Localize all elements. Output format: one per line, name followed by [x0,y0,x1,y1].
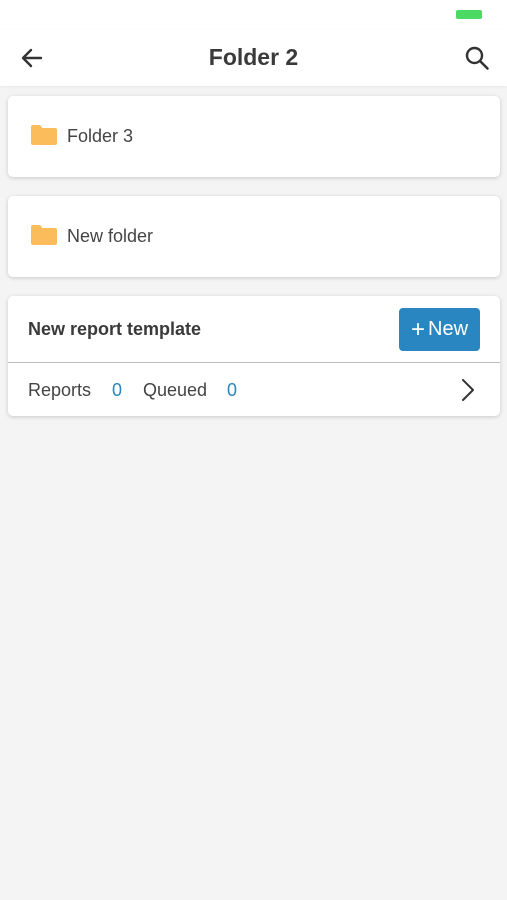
reports-count: 0 [112,380,123,400]
plus-icon: + [410,315,425,343]
folder-icon [31,225,57,245]
queued-count: 0 [227,380,238,400]
search-icon [465,46,489,70]
folder-label: New folder [67,226,154,246]
arrow-left-icon [21,48,43,68]
battery-icon [456,10,482,19]
report-stats-row[interactable]: Reports 0 Queued 0 [8,363,500,416]
folder-icon [31,125,57,145]
queued-label: Queued [143,380,208,400]
search-button[interactable] [459,40,495,76]
status-bar [0,0,507,30]
folder-item-new-folder[interactable]: New folder [8,196,500,277]
app-header: Folder 2 [0,30,507,86]
new-report-button[interactable]: + New [399,308,480,351]
chevron-right-icon [462,379,474,401]
report-template-card: New report template + New Reports 0 Queu… [8,296,500,416]
folder-label: Folder 3 [67,126,134,146]
folder-item-folder-3[interactable]: Folder 3 [8,96,500,177]
page-title: Folder 2 [208,44,299,70]
reports-label: Reports [28,380,92,400]
back-button[interactable] [14,40,50,76]
report-template-title: New report template [28,319,202,339]
new-button-label: New [428,318,469,340]
